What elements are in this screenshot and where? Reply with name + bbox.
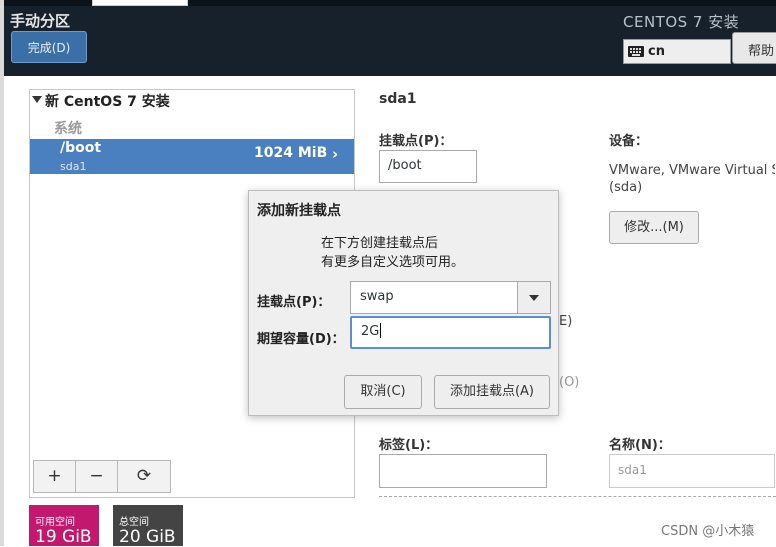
window-edge xyxy=(0,0,4,546)
available-space-label: 可用空间 xyxy=(35,517,75,528)
dialog-title: 添加新挂载点 xyxy=(257,203,341,219)
help-button[interactable]: 帮助 xyxy=(732,32,776,64)
add-partition-button[interactable]: + xyxy=(34,461,75,492)
watermark: CSDN @小木猿 xyxy=(661,524,755,539)
name-input[interactable]: sda1 xyxy=(609,454,775,488)
dialog-mount-point-label: 挂载点(P)： xyxy=(257,295,331,310)
device-label: 设备： xyxy=(609,134,649,149)
screen-title: 手动分区 xyxy=(10,12,71,30)
label-field-label: 标签(L)： xyxy=(379,438,439,453)
keyboard-icon xyxy=(628,46,644,57)
partition-size: 1024 MiB xyxy=(254,145,328,161)
name-field-label: 名称(N)： xyxy=(609,438,671,453)
available-space-value: 19 GiB xyxy=(35,527,92,547)
total-space-label: 总空间 xyxy=(119,517,149,528)
label-input[interactable] xyxy=(379,454,547,488)
keyboard-layout-label: cn xyxy=(648,44,665,59)
add-mount-point-button[interactable]: 添加挂载点(A) xyxy=(434,375,550,409)
dialog-info-line1: 在下方创建挂载点后 xyxy=(321,236,439,251)
detail-title: sda1 xyxy=(379,91,417,107)
done-button[interactable]: 完成(D) xyxy=(11,31,87,63)
refresh-button[interactable]: ⟳ xyxy=(118,461,170,492)
partition-mount: /boot xyxy=(60,140,102,156)
mount-point-label: 挂载点(P)： xyxy=(379,134,453,149)
mount-point-value[interactable]: swap xyxy=(360,289,394,304)
partition-row-boot[interactable]: /boot sda1 1024 MiB › xyxy=(30,139,354,174)
total-space-value: 20 GiB xyxy=(119,527,176,547)
system-group-label: 系统 xyxy=(54,121,82,137)
device-value-line1: VMware, VMware Virtual S xyxy=(609,163,775,178)
capacity-input[interactable]: 2G xyxy=(350,316,551,349)
add-mount-point-dialog: 添加新挂载点 在下方创建挂载点后 有更多自定义选项可用。 挂载点(P)： swa… xyxy=(248,190,559,416)
product-title: CENTOS 7 安装 xyxy=(623,13,740,31)
chevron-right-icon: › xyxy=(332,145,339,163)
top-tab xyxy=(92,0,188,6)
total-space-box: 总空间 20 GiB xyxy=(113,505,183,547)
device-value-line2: (sda) xyxy=(609,180,643,195)
expand-arrow-icon[interactable] xyxy=(32,96,42,103)
installation-tree-title[interactable]: 新 CentOS 7 安装 xyxy=(45,91,170,111)
section-divider xyxy=(379,496,776,497)
text-cursor xyxy=(380,323,382,338)
device-value: VMware, VMware Virtual S (sda) xyxy=(609,162,775,196)
dialog-info-line2: 有更多自定义选项可用。 xyxy=(321,255,465,270)
partially-hidden-text: (O) xyxy=(559,375,580,390)
remove-partition-button[interactable]: − xyxy=(76,461,117,492)
chevron-down-icon xyxy=(529,295,539,301)
dropdown-button[interactable] xyxy=(517,282,550,313)
partition-device: sda1 xyxy=(60,160,87,173)
modify-button[interactable]: 修改...(M) xyxy=(609,211,699,244)
partition-toolbar: + − ⟳ xyxy=(33,460,171,493)
capacity-value: 2G xyxy=(361,324,380,339)
mount-point-combobox[interactable]: swap xyxy=(350,281,551,314)
dialog-capacity-label: 期望容量(D)： xyxy=(257,332,345,347)
keyboard-layout-indicator[interactable]: cn xyxy=(623,39,731,64)
mount-point-input[interactable]: /boot xyxy=(379,150,477,183)
partially-hidden-text: E) xyxy=(559,314,573,329)
available-space-box: 可用空间 19 GiB xyxy=(29,505,99,547)
cancel-button[interactable]: 取消(C) xyxy=(344,375,422,409)
